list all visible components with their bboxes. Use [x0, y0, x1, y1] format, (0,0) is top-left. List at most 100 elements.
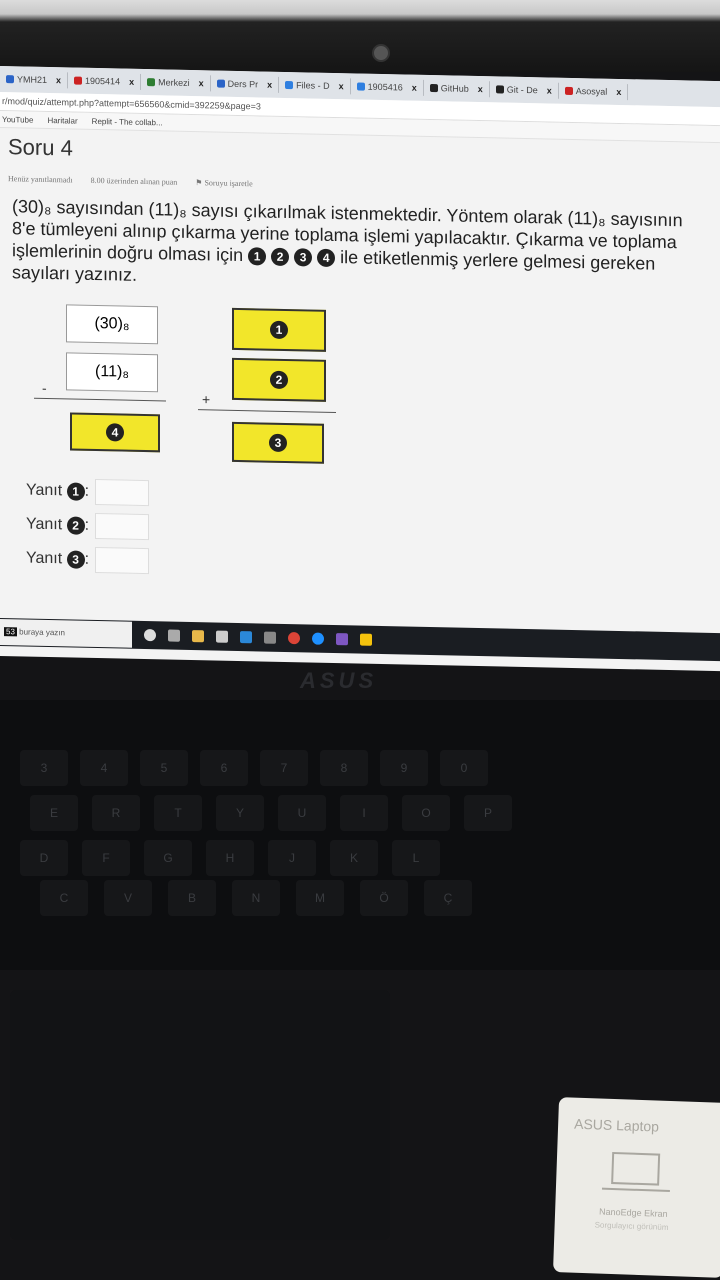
- keyboard-key[interactable]: P: [464, 795, 512, 831]
- keyboard-key[interactable]: 3: [20, 750, 68, 786]
- keyboard-key[interactable]: O: [402, 795, 450, 831]
- operation-diagram: (30)₈ (11)₈ - 4 1 2 + 3: [0, 283, 720, 488]
- browser-tab[interactable]: Merkezi x: [141, 73, 211, 92]
- tab-favicon: [564, 86, 573, 95]
- keyboard-key[interactable]: 8: [320, 750, 368, 786]
- result-box-4: 4: [70, 412, 160, 453]
- sum-marker: 3: [269, 433, 287, 453]
- tab-close-icon[interactable]: x: [616, 87, 621, 97]
- keyboard-key[interactable]: H: [206, 840, 254, 876]
- keyboard-key[interactable]: N: [232, 880, 280, 916]
- browser-tab[interactable]: 1905414 x: [68, 72, 142, 90]
- settings-icon[interactable]: [264, 631, 276, 644]
- addend-marker-1: 1: [270, 320, 288, 340]
- keyboard-key[interactable]: 0: [440, 750, 488, 786]
- tab-close-icon[interactable]: x: [478, 84, 483, 94]
- store-icon[interactable]: [216, 630, 228, 643]
- tab-close-icon[interactable]: x: [412, 83, 417, 93]
- keyboard-key[interactable]: T: [154, 795, 202, 831]
- sum-box-3: 3: [232, 421, 324, 464]
- keyboard-key[interactable]: Ö: [360, 880, 408, 916]
- browser-tab[interactable]: 1905416 x: [350, 78, 424, 96]
- pencil-app-icon[interactable]: [360, 633, 372, 646]
- keyboard-key[interactable]: 4: [80, 750, 128, 786]
- question-markers: 1 2 3 4: [248, 245, 340, 268]
- answer-input-2[interactable]: [95, 512, 150, 541]
- tab-label: 1905414: [85, 75, 121, 87]
- tab-close-icon[interactable]: x: [56, 75, 61, 85]
- mail-icon[interactable]: [240, 631, 252, 644]
- keyboard-key[interactable]: U: [278, 795, 326, 831]
- answer-marker: 3: [66, 550, 85, 569]
- tab-favicon: [495, 85, 504, 94]
- bookmark-item[interactable]: YouTube: [2, 115, 33, 125]
- browser-tab[interactable]: GitHub x: [423, 79, 490, 98]
- clock-fragment: 53: [4, 627, 17, 637]
- keyboard-key[interactable]: 7: [260, 750, 308, 786]
- task-view-icon[interactable]: [168, 629, 180, 642]
- edge-icon[interactable]: [312, 632, 324, 645]
- laptop-top-bezel: [0, 0, 720, 72]
- keyboard-key[interactable]: Ç: [424, 880, 472, 916]
- keyboard-key[interactable]: 6: [200, 750, 248, 786]
- bookmark-item[interactable]: Haritalar: [47, 115, 77, 125]
- browser-tab[interactable]: Ders Pr x: [210, 75, 280, 93]
- keyboard-key[interactable]: 5: [140, 750, 188, 786]
- tab-close-icon[interactable]: x: [547, 85, 552, 95]
- tab-label: Asosyal: [575, 86, 608, 97]
- browser-tab[interactable]: YMH21 x: [0, 71, 69, 89]
- addition-line: [198, 409, 336, 414]
- tab-close-icon[interactable]: x: [129, 77, 134, 87]
- browser-tab[interactable]: Asosyal x: [558, 82, 629, 101]
- marker-2: 2: [271, 247, 290, 267]
- answer-input-1[interactable]: [95, 478, 150, 507]
- marker-4: 4: [317, 248, 336, 268]
- answer-marker: 2: [66, 516, 85, 535]
- tab-label: YMH21: [17, 74, 48, 85]
- tab-favicon: [429, 84, 438, 93]
- keyboard-key[interactable]: I: [340, 795, 388, 831]
- keyboard-key[interactable]: V: [104, 880, 152, 916]
- keyboard-key[interactable]: D: [20, 840, 68, 876]
- keyboard-key[interactable]: K: [330, 840, 378, 876]
- tab-close-icon[interactable]: x: [267, 80, 272, 90]
- addend-box-2: 2: [232, 357, 326, 402]
- tab-favicon: [356, 82, 365, 91]
- keyboard-key[interactable]: G: [144, 840, 192, 876]
- browser-tab[interactable]: Files - D x: [279, 76, 351, 95]
- question-points: 8.00 üzerinden alınan puan: [90, 175, 178, 187]
- keyboard-key[interactable]: 9: [380, 750, 428, 786]
- tab-label: GitHub: [440, 83, 469, 94]
- keyboard-key[interactable]: Y: [216, 795, 264, 831]
- keyboard-key[interactable]: B: [168, 880, 216, 916]
- keyboard-key[interactable]: C: [40, 880, 88, 916]
- brand-logo: ASUS: [300, 668, 378, 693]
- result-marker: 4: [106, 423, 124, 442]
- file-explorer-icon[interactable]: [192, 630, 204, 643]
- bookmark-item[interactable]: Replit - The collab...: [92, 116, 163, 126]
- keyboard-key[interactable]: R: [92, 795, 140, 831]
- laptop-keyboard: 34567890 ERTYUIOP DFGHJKL CVBNMÖÇ: [0, 700, 720, 970]
- flag-question-link[interactable]: ⚑ Soruyu işaretle: [195, 178, 252, 188]
- visual-studio-icon[interactable]: [336, 633, 348, 646]
- answer-label: Yanıt: [26, 481, 63, 500]
- browser-tab[interactable]: Git - De x: [489, 81, 559, 99]
- tab-label: Git - De: [506, 84, 538, 96]
- keyboard-key[interactable]: M: [296, 880, 344, 916]
- keyboard-key[interactable]: E: [30, 795, 78, 831]
- chrome-icon[interactable]: [288, 632, 300, 645]
- addend-box-1: 1: [232, 307, 326, 352]
- keyboard-key[interactable]: J: [268, 840, 316, 876]
- sticker-line-1: NanoEdge Ekran: [598, 1206, 668, 1219]
- tab-favicon: [147, 78, 156, 87]
- tab-close-icon[interactable]: x: [199, 78, 204, 88]
- answer-input-3[interactable]: [95, 546, 150, 575]
- tab-close-icon[interactable]: x: [339, 81, 344, 91]
- taskbar-search[interactable]: 53 buraya yazın: [0, 619, 132, 648]
- tab-label: Ders Pr: [227, 78, 259, 90]
- keyboard-key[interactable]: L: [392, 840, 440, 876]
- answer-label: Yanıt: [26, 549, 63, 568]
- cortana-icon[interactable]: [144, 629, 156, 642]
- keyboard-key[interactable]: F: [82, 840, 130, 876]
- answer-fields: Yanıt 1: Yanıt 2: Yanıt 3:: [0, 473, 720, 590]
